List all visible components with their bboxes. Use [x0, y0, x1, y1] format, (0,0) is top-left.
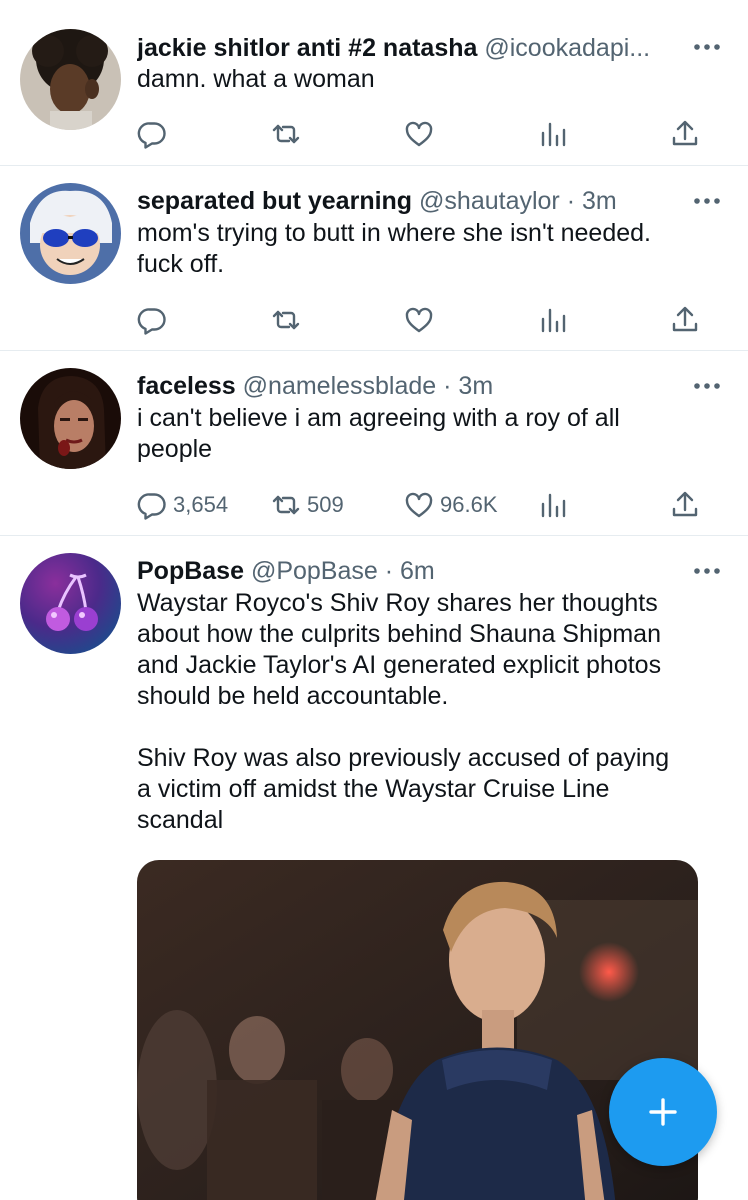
tweet-text-line: should be held accountable.	[137, 682, 449, 710]
share-icon	[672, 491, 698, 517]
more-options-icon[interactable]	[694, 564, 720, 578]
tweet[interactable]: separated but yearning @shautaylor · 3m …	[0, 166, 748, 351]
share-button[interactable]	[670, 487, 700, 523]
share-icon	[672, 306, 698, 332]
retweet-button[interactable]: 509	[271, 487, 344, 523]
like-button[interactable]	[404, 116, 440, 152]
heart-icon	[405, 307, 433, 333]
tweet-media-image[interactable]	[137, 860, 698, 1200]
tweet-actions	[137, 302, 712, 338]
tweet-text-line: and Jackie Taylor's AI generated explici…	[137, 651, 662, 679]
user-handle[interactable]: @icookadapi...	[484, 34, 650, 62]
plus-icon	[649, 1098, 677, 1126]
tweet-text-line: damn. what a woman	[137, 65, 375, 93]
tweet-header: faceless @namelessblade · 3m	[137, 371, 688, 401]
share-button[interactable]	[670, 116, 700, 152]
retweet-icon	[272, 310, 300, 330]
tweet[interactable]: jackie shitlor anti #2 natasha @icookada…	[0, 0, 748, 166]
tweet-text-line: Waystar Royco's Shiv Roy shares her thou…	[137, 589, 658, 617]
more-options-icon[interactable]	[694, 194, 720, 208]
display-name[interactable]: PopBase	[137, 557, 244, 585]
tweet-header: PopBase @PopBase · 6m	[137, 556, 688, 586]
reply-button[interactable]	[137, 302, 173, 338]
tweet-text-line: mom's trying to butt in where she isn't …	[137, 219, 651, 247]
user-handle[interactable]: @namelessblade	[243, 372, 437, 400]
views-button[interactable]	[538, 487, 568, 523]
display-name[interactable]: separated but yearning	[137, 187, 412, 215]
reply-icon	[137, 308, 166, 335]
views-chart-icon	[541, 308, 566, 333]
more-options-icon[interactable]	[694, 379, 720, 393]
views-chart-icon	[541, 493, 566, 518]
tweet-timestamp[interactable]: · 3m	[443, 372, 493, 400]
tweet-text-line: i can't believe i am agreeing with a roy…	[137, 404, 620, 432]
tweet-header: separated but yearning @shautaylor · 3m	[137, 186, 688, 216]
avatar[interactable]	[20, 553, 121, 654]
user-handle[interactable]: @PopBase	[251, 557, 378, 585]
display-name[interactable]: faceless	[137, 372, 236, 400]
heart-icon	[405, 121, 433, 147]
tweet-text-line: Shiv Roy was also previously accused of …	[137, 744, 670, 772]
avatar[interactable]	[20, 368, 121, 469]
reply-icon	[137, 493, 166, 520]
retweet-count: 509	[307, 492, 344, 517]
tweet-text-line	[137, 712, 727, 743]
like-button[interactable]	[404, 302, 440, 338]
views-button[interactable]	[538, 302, 568, 338]
tweet-text-line: people	[137, 435, 213, 463]
views-chart-icon	[541, 122, 566, 147]
tweet-timestamp[interactable]: · 6m	[385, 557, 435, 585]
tweet-text: damn. what a woman	[137, 64, 727, 95]
compose-tweet-button[interactable]	[609, 1058, 717, 1166]
user-handle[interactable]: @shautaylor	[419, 187, 560, 215]
heart-icon	[405, 492, 433, 518]
timeline-feed: jackie shitlor anti #2 natasha @icookada…	[0, 0, 748, 1200]
reply-count: 3,654	[173, 492, 229, 517]
tweet-text-line: about how the culprits behind Shauna Shi…	[137, 620, 661, 648]
retweet-button[interactable]	[271, 302, 307, 338]
tweet-text: mom's trying to butt in where she isn't …	[137, 218, 727, 280]
display-name[interactable]: jackie shitlor anti #2 natasha	[137, 34, 477, 62]
retweet-button[interactable]	[271, 116, 307, 152]
tweet-text-line: scandal	[137, 806, 224, 834]
reply-button[interactable]	[137, 116, 173, 152]
tweet-header: jackie shitlor anti #2 natasha @icookada…	[137, 33, 688, 63]
reply-icon	[137, 122, 166, 149]
views-button[interactable]	[538, 116, 568, 152]
tweet-text-line: fuck off.	[137, 250, 225, 278]
tweet-actions	[137, 116, 712, 152]
like-button[interactable]: 96.6K	[404, 487, 498, 523]
tweet-text-line: a victim off amidst the Waystar Cruise L…	[137, 775, 610, 803]
share-icon	[672, 120, 698, 146]
tweet-text: Waystar Royco's Shiv Roy shares her thou…	[137, 588, 727, 836]
retweet-icon	[272, 495, 300, 515]
tweet[interactable]: faceless @namelessblade · 3m i can't bel…	[0, 351, 748, 536]
share-button[interactable]	[670, 302, 700, 338]
avatar[interactable]	[20, 183, 121, 284]
tweet-timestamp[interactable]: · 3m	[567, 187, 617, 215]
reply-button[interactable]: 3,654	[137, 487, 228, 523]
tweet-text: i can't believe i am agreeing with a roy…	[137, 403, 727, 465]
avatar[interactable]	[20, 29, 121, 130]
like-count: 96.6K	[440, 492, 498, 517]
retweet-icon	[272, 124, 300, 144]
more-options-icon[interactable]	[694, 40, 720, 54]
tweet-actions: 3,654 509 96.6K	[137, 487, 712, 523]
